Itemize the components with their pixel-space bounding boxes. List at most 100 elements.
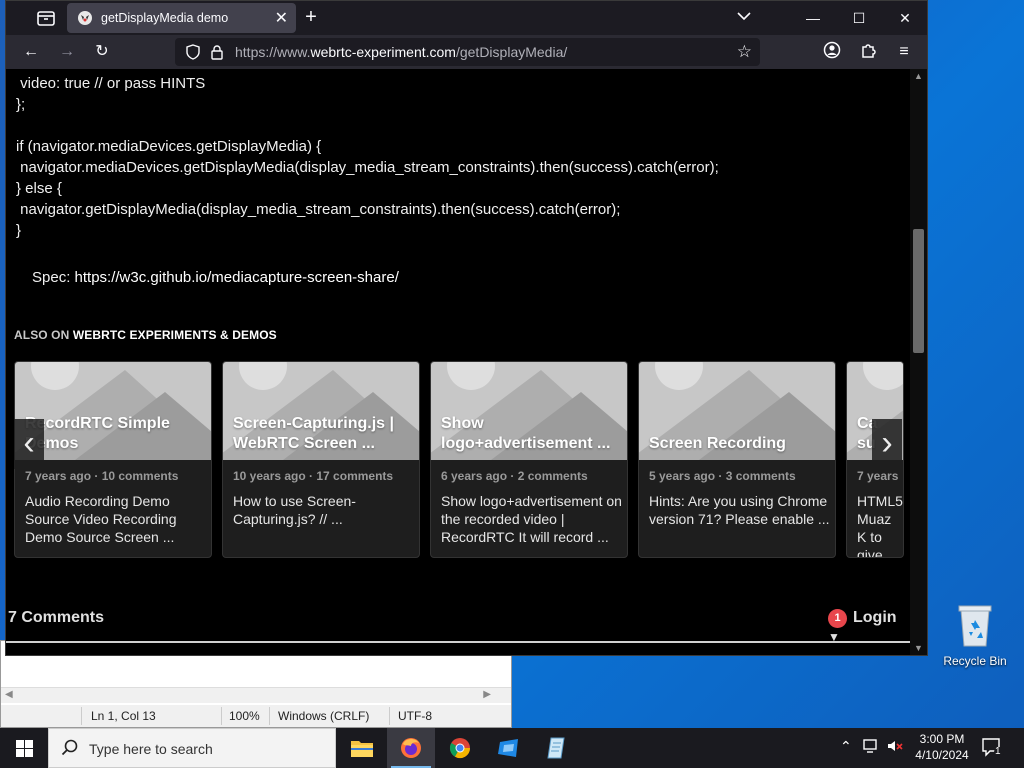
- shield-icon[interactable]: [185, 44, 201, 60]
- also-on-prefix: ALSO ON: [14, 328, 73, 342]
- tab-close-icon[interactable]: ✕: [275, 8, 288, 28]
- card-description: Audio Recording Demo Source Video Record…: [25, 493, 177, 545]
- firefox-view-icon[interactable]: [36, 9, 58, 27]
- taskbar: Type here to search ⌃ 3:00 PM 4/10/2024 …: [0, 728, 1024, 768]
- recycle-bin-icon: [955, 600, 995, 648]
- clock-date: 4/10/2024: [915, 748, 969, 762]
- code-line: navigator.mediaDevices.getDisplayMedia(d…: [16, 159, 719, 176]
- card-description: HTML5 Muaz K to give: [857, 493, 903, 558]
- code-line: }: [16, 222, 22, 239]
- recommendation-card[interactable]: Screen-Capturing.js | WebRTC Screen ... …: [222, 361, 420, 558]
- also-on-heading: ALSO ON WEBRTC EXPERIMENTS & DEMOS: [14, 328, 277, 342]
- url-domain: webrtc-experiment.com: [310, 44, 456, 60]
- recycle-bin[interactable]: Recycle Bin: [942, 600, 1008, 668]
- comments-count[interactable]: 7 Comments: [8, 609, 104, 627]
- forward-icon[interactable]: →: [55, 41, 79, 63]
- notification-count: 1: [995, 746, 1001, 757]
- volume-muted-icon[interactable]: [886, 737, 904, 758]
- chevron-up-icon[interactable]: ⌃: [840, 738, 852, 755]
- url-prefix: https://www.: [235, 44, 311, 60]
- firefox-window: getDisplayMedia demo ✕ + — ☐ ✕ ← → ↻ htt…: [5, 0, 928, 656]
- card-description: Show logo+advertisement on the recorded …: [441, 493, 622, 545]
- code-line: } else {: [16, 180, 62, 197]
- carousel-prev-icon[interactable]: ‹: [14, 419, 44, 469]
- minimize-button[interactable]: —: [790, 5, 836, 31]
- card-meta: 10 years ago · 17 comments: [233, 469, 394, 483]
- comments-divider: [6, 641, 910, 643]
- vertical-scrollbar[interactable]: ▲ ▼: [910, 69, 927, 655]
- search-icon: [61, 739, 78, 756]
- scroll-down-icon[interactable]: ▼: [914, 643, 923, 653]
- card-title: Screen-Capturing.js | WebRTC Screen ...: [233, 415, 394, 452]
- card-meta: 7 years: [857, 469, 899, 483]
- also-on-site-link[interactable]: WEBRTC EXPERIMENTS & DEMOS: [73, 328, 277, 342]
- card-title: RecordRTC Simple Demos: [25, 415, 170, 452]
- card-meta: 6 years ago · 2 comments: [441, 469, 588, 483]
- start-button[interactable]: [0, 728, 48, 768]
- card-description: How to use Screen-Capturing.js? // ...: [233, 493, 356, 527]
- network-icon[interactable]: [862, 737, 880, 758]
- menu-icon[interactable]: ≡: [892, 41, 916, 63]
- firefox-taskbar-button[interactable]: [387, 728, 435, 768]
- zoom-level: 100%: [229, 709, 260, 723]
- scroll-left-icon[interactable]: ◀: [5, 689, 13, 700]
- app-taskbar-button[interactable]: [485, 728, 533, 768]
- extensions-icon[interactable]: [856, 41, 880, 63]
- taskbar-search[interactable]: Type here to search: [48, 728, 336, 768]
- scroll-up-icon[interactable]: ▲: [914, 71, 923, 81]
- card-description: Hints: Are you using Chrome version 71? …: [649, 493, 830, 527]
- notepad-status-bar: Ln 1, Col 13 100% Windows (CRLF) UTF-8: [1, 705, 511, 727]
- chrome-taskbar-button[interactable]: [436, 728, 484, 768]
- tab-bar: getDisplayMedia demo ✕ + — ☐ ✕: [6, 1, 927, 35]
- login-label: Login: [853, 609, 897, 626]
- back-icon[interactable]: ←: [19, 41, 43, 63]
- card-meta: 7 years ago · 10 comments: [25, 469, 179, 483]
- taskbar-clock[interactable]: 3:00 PM 4/10/2024: [910, 731, 974, 763]
- scrollbar-thumb[interactable]: [913, 229, 924, 353]
- maximize-button[interactable]: ☐: [836, 5, 882, 31]
- notepad-horizontal-scrollbar[interactable]: ◀ ▶: [1, 687, 511, 703]
- firefox-icon: [401, 738, 421, 758]
- navigation-toolbar: ← → ↻ https://www.webrtc-experiment.com/…: [6, 35, 927, 69]
- recommendation-card[interactable]: Screen Recording 5 years ago · 3 comment…: [638, 361, 836, 558]
- notepad-icon: [547, 737, 565, 759]
- spec-link[interactable]: https://w3c.github.io/mediacapture-scree…: [75, 269, 399, 286]
- code-line: navigator.getDisplayMedia(display_media_…: [16, 201, 621, 218]
- new-tab-icon[interactable]: +: [299, 6, 323, 29]
- chrome-icon: [449, 738, 471, 759]
- card-title: Screen Recording: [649, 435, 786, 452]
- url-path: /getDisplayMedia/: [455, 44, 568, 60]
- url-bar[interactable]: https://www.webrtc-experiment.com/getDis…: [175, 38, 760, 66]
- encoding: UTF-8: [398, 709, 432, 723]
- notepad-taskbar-button[interactable]: [534, 728, 582, 768]
- recommendation-card[interactable]: Show logo+advertisement ... 6 years ago …: [430, 361, 628, 558]
- code-line: if (navigator.mediaDevices.getDisplayMed…: [16, 138, 322, 155]
- close-window-button[interactable]: ✕: [882, 5, 928, 31]
- reload-icon[interactable]: ↻: [90, 41, 114, 63]
- folder-icon: [351, 741, 373, 757]
- app-icon: [498, 739, 518, 757]
- card-meta: 5 years ago · 3 comments: [649, 469, 796, 483]
- cursor-position: Ln 1, Col 13: [91, 709, 156, 723]
- line-endings: Windows (CRLF): [278, 709, 370, 723]
- carousel-next-icon[interactable]: ›: [872, 419, 902, 469]
- code-line: };: [16, 96, 26, 113]
- code-line: video: true // or pass HINTS: [16, 75, 206, 92]
- spec-line: Spec: https://w3c.github.io/mediacapture…: [32, 269, 399, 286]
- tab-getdisplaymedia[interactable]: getDisplayMedia demo ✕: [67, 3, 296, 33]
- card-title: Show logo+advertisement ...: [441, 415, 611, 452]
- spec-label: Spec:: [32, 269, 75, 286]
- chevron-down-icon[interactable]: [736, 8, 754, 26]
- windows-logo-icon: [16, 740, 33, 757]
- account-icon[interactable]: [820, 41, 844, 63]
- tab-title: getDisplayMedia demo: [101, 11, 229, 25]
- file-explorer-button[interactable]: [338, 728, 386, 768]
- bookmark-star-icon[interactable]: ☆: [737, 42, 752, 62]
- scroll-right-icon[interactable]: ▶: [483, 689, 491, 700]
- url-text[interactable]: https://www.webrtc-experiment.com/getDis…: [235, 44, 567, 60]
- lock-icon[interactable]: [209, 44, 225, 60]
- notification-center-icon[interactable]: 1: [980, 736, 1008, 760]
- page-content: video: true // or pass HINTS }; if (navi…: [6, 69, 910, 655]
- notification-badge: 1: [828, 609, 847, 628]
- search-placeholder: Type here to search: [89, 741, 213, 757]
